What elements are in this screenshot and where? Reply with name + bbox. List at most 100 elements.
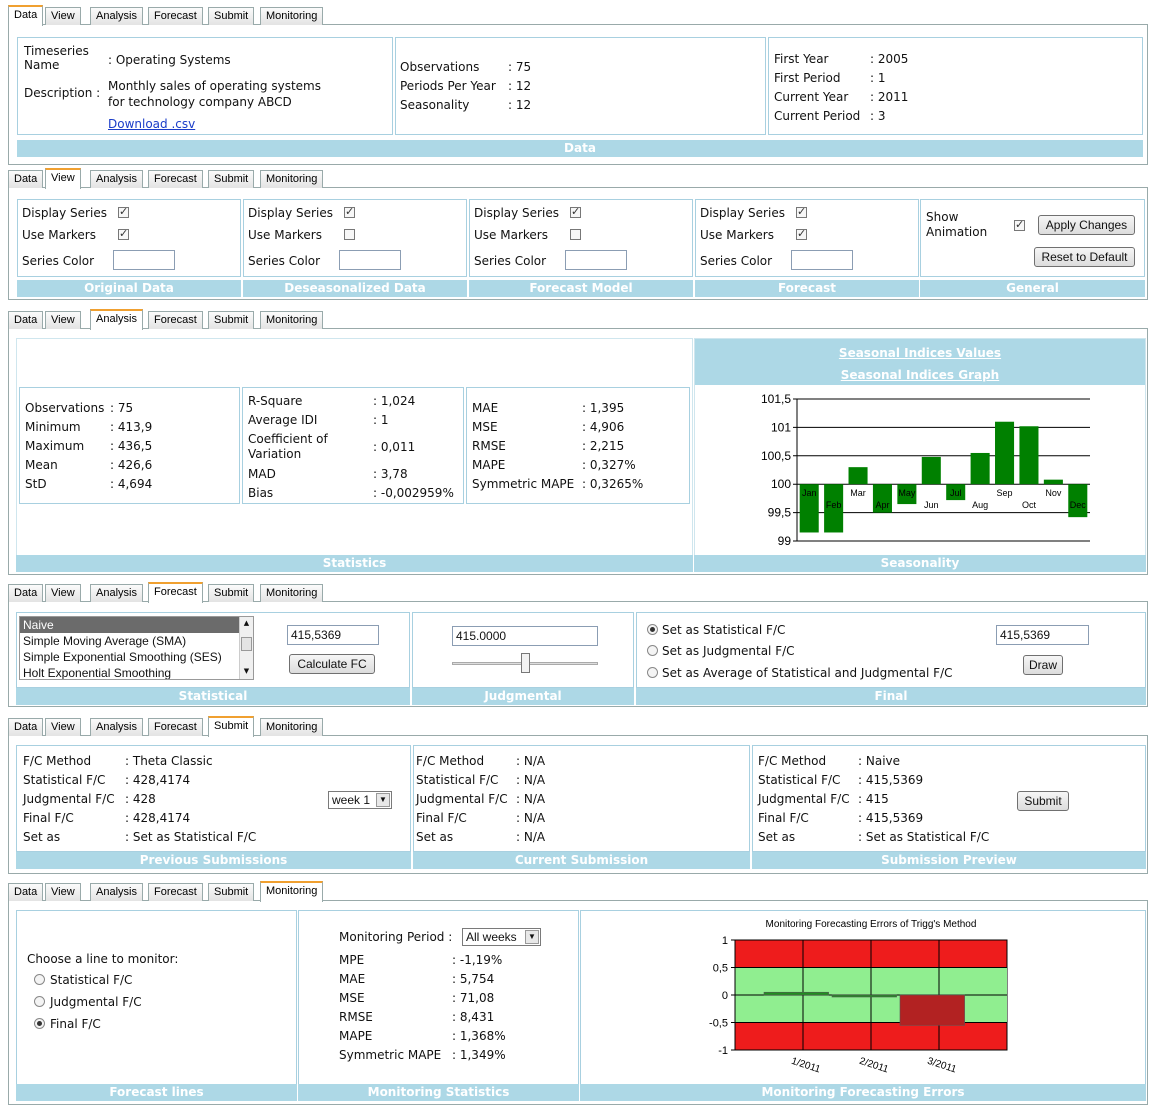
stat-std-value: : 4,694 bbox=[110, 477, 153, 491]
seasonal-values-link[interactable]: Seasonal Indices Values bbox=[695, 346, 1145, 360]
calculate-fc-button[interactable]: Calculate FC bbox=[289, 654, 375, 674]
previous-f-c-method-label: F/C Method bbox=[23, 754, 92, 768]
original-data-markers-checkbox[interactable] bbox=[118, 227, 129, 240]
original-data-display-checkbox[interactable] bbox=[118, 205, 129, 218]
tab-view[interactable]: View bbox=[45, 7, 81, 25]
forecast-model-footer: Forecast Model bbox=[469, 280, 693, 297]
scroll-down-icon[interactable]: ▼ bbox=[241, 666, 252, 677]
tab-monitoring[interactable]: Monitoring bbox=[260, 7, 324, 25]
tab-forecast[interactable]: Forecast bbox=[148, 311, 203, 329]
radio-monitor-statistical[interactable] bbox=[34, 974, 45, 985]
statistical-fc-input[interactable]: 415,5369 bbox=[287, 625, 379, 645]
tab-submit[interactable]: Submit bbox=[208, 584, 255, 602]
judgmental-slider-track[interactable] bbox=[452, 653, 598, 673]
radio-monitor-judgmental-label: Judgmental F/C bbox=[50, 995, 142, 1009]
radio-monitor-judgmental[interactable] bbox=[34, 996, 45, 1007]
show-animation-checkbox[interactable] bbox=[1014, 218, 1025, 231]
method-option[interactable]: Holt Exponential Smoothing bbox=[20, 665, 241, 679]
view-panel-forecast: Display Series Use Markers Series Color bbox=[695, 199, 919, 277]
forecast-display-checkbox[interactable] bbox=[796, 205, 807, 218]
judgmental-slider-thumb[interactable] bbox=[521, 653, 530, 673]
tab-analysis[interactable]: Analysis bbox=[90, 584, 143, 602]
tab-monitoring[interactable]: Monitoring bbox=[260, 584, 324, 602]
tab-data[interactable]: Data bbox=[8, 5, 44, 26]
mon-rmse-value: : 8,431 bbox=[452, 1010, 495, 1024]
period-info-panel: First Year: 2005 First Period: 1 Current Y… bbox=[768, 37, 1143, 135]
tab-view[interactable]: View bbox=[45, 584, 81, 602]
tab-forecast[interactable]: Forecast bbox=[148, 170, 203, 188]
original-data-color-input[interactable] bbox=[113, 250, 175, 270]
forecast-markers-checkbox[interactable] bbox=[796, 227, 807, 240]
tab-view[interactable]: View bbox=[45, 311, 81, 329]
tab-analysis[interactable]: Analysis bbox=[90, 170, 143, 188]
current-judgmental-f-c-value: : N/A bbox=[516, 792, 546, 806]
monitoring-bar bbox=[763, 991, 829, 996]
tab-analysis[interactable]: Analysis bbox=[90, 883, 143, 901]
method-option[interactable]: Naive bbox=[20, 617, 241, 633]
radio-monitor-final[interactable] bbox=[34, 1018, 45, 1029]
forecast-model-display-checkbox[interactable] bbox=[570, 205, 581, 218]
tab-monitoring[interactable]: Monitoring bbox=[260, 718, 324, 736]
deseasonalized-data-markers-checkbox[interactable] bbox=[344, 229, 355, 240]
chevron-down-icon[interactable]: ▼ bbox=[376, 793, 390, 807]
radio-set-statistical[interactable] bbox=[647, 624, 658, 635]
scroll-thumb[interactable] bbox=[241, 637, 252, 651]
mon-mape-label: MAPE bbox=[339, 1029, 373, 1043]
tab-view[interactable]: View bbox=[45, 718, 81, 736]
tab-monitoring[interactable]: Monitoring bbox=[260, 311, 324, 329]
preview-statistical-f-c-value: : 415,5369 bbox=[858, 773, 924, 787]
tab-forecast[interactable]: Forecast bbox=[148, 883, 203, 901]
download-csv-link[interactable]: Download .csv bbox=[108, 117, 195, 131]
tab-data[interactable]: Data bbox=[8, 883, 44, 901]
final-fc-input[interactable]: 415,5369 bbox=[996, 625, 1089, 645]
tab-view[interactable]: View bbox=[45, 883, 81, 901]
deseasonalized-data-color-input[interactable] bbox=[339, 250, 401, 270]
deseasonalized-data-display-checkbox[interactable] bbox=[344, 205, 355, 218]
view-panel-forecast-model: Display Series Use Markers Series Color bbox=[469, 199, 693, 277]
radio-set-average[interactable] bbox=[647, 667, 658, 678]
stat-observations-label: Observations bbox=[25, 401, 105, 415]
tab-forecast[interactable]: Forecast bbox=[148, 7, 203, 25]
tab-view[interactable]: View bbox=[45, 168, 81, 189]
draw-button[interactable]: Draw bbox=[1023, 655, 1063, 675]
statistical-footer: Statistical bbox=[16, 688, 410, 705]
method-option[interactable]: Simple Moving Average (SMA) bbox=[20, 633, 241, 649]
tab-data[interactable]: Data bbox=[8, 718, 44, 736]
previous-set-as-value: : Set as Statistical F/C bbox=[125, 830, 257, 844]
submission-preview-panel: F/C Method: Naive Statistical F/C: 415,53… bbox=[752, 745, 1146, 852]
seasonal-graph-link[interactable]: Seasonal Indices Graph bbox=[695, 368, 1145, 382]
tab-submit[interactable]: Submit bbox=[208, 716, 255, 737]
forecast-model-markers-checkbox[interactable] bbox=[570, 229, 581, 240]
tab-analysis[interactable]: Analysis bbox=[90, 718, 143, 736]
radio-set-judgmental[interactable] bbox=[647, 645, 658, 656]
tab-data[interactable]: Data bbox=[8, 311, 44, 329]
tab-monitoring[interactable]: Monitoring bbox=[260, 170, 324, 188]
apply-changes-button[interactable]: Apply Changes bbox=[1038, 215, 1135, 235]
tab-submit[interactable]: Submit bbox=[208, 170, 255, 188]
reset-to-default-button[interactable]: Reset to Default bbox=[1034, 247, 1135, 267]
chevron-down-icon[interactable]: ▼ bbox=[525, 930, 539, 944]
tab-data[interactable]: Data bbox=[8, 584, 44, 602]
monitoring-ytick-label: 1 bbox=[722, 935, 728, 947]
submit-button[interactable]: Submit bbox=[1017, 791, 1069, 811]
listbox-scrollbar[interactable]: ▲ ▼ bbox=[239, 617, 253, 679]
method-option[interactable]: Simple Exponential Smoothing (SES) bbox=[20, 649, 241, 665]
forecast-model-color-input[interactable] bbox=[565, 250, 627, 270]
tab-submit[interactable]: Submit bbox=[208, 311, 255, 329]
avg-idi-value: : 1 bbox=[373, 413, 389, 427]
week-select[interactable]: week 1 ▼ bbox=[328, 791, 392, 809]
tab-data[interactable]: Data bbox=[8, 170, 44, 188]
judgmental-fc-input[interactable]: 415.0000 bbox=[452, 626, 598, 646]
monitoring-period-select[interactable]: All weeks ▼ bbox=[462, 928, 541, 946]
season-xtick-label: Jun bbox=[924, 500, 939, 510]
tab-submit[interactable]: Submit bbox=[208, 883, 255, 901]
tab-forecast[interactable]: Forecast bbox=[148, 718, 203, 736]
method-listbox[interactable]: Naive Simple Moving Average (SMA) Simple E… bbox=[19, 616, 254, 680]
tab-monitoring[interactable]: Monitoring bbox=[260, 881, 324, 902]
tab-analysis[interactable]: Analysis bbox=[90, 7, 143, 25]
tab-forecast[interactable]: Forecast bbox=[148, 582, 203, 603]
tab-analysis[interactable]: Analysis bbox=[90, 309, 143, 330]
forecast-color-input[interactable] bbox=[791, 250, 853, 270]
tab-submit[interactable]: Submit bbox=[208, 7, 255, 25]
scroll-up-icon[interactable]: ▲ bbox=[241, 618, 252, 629]
